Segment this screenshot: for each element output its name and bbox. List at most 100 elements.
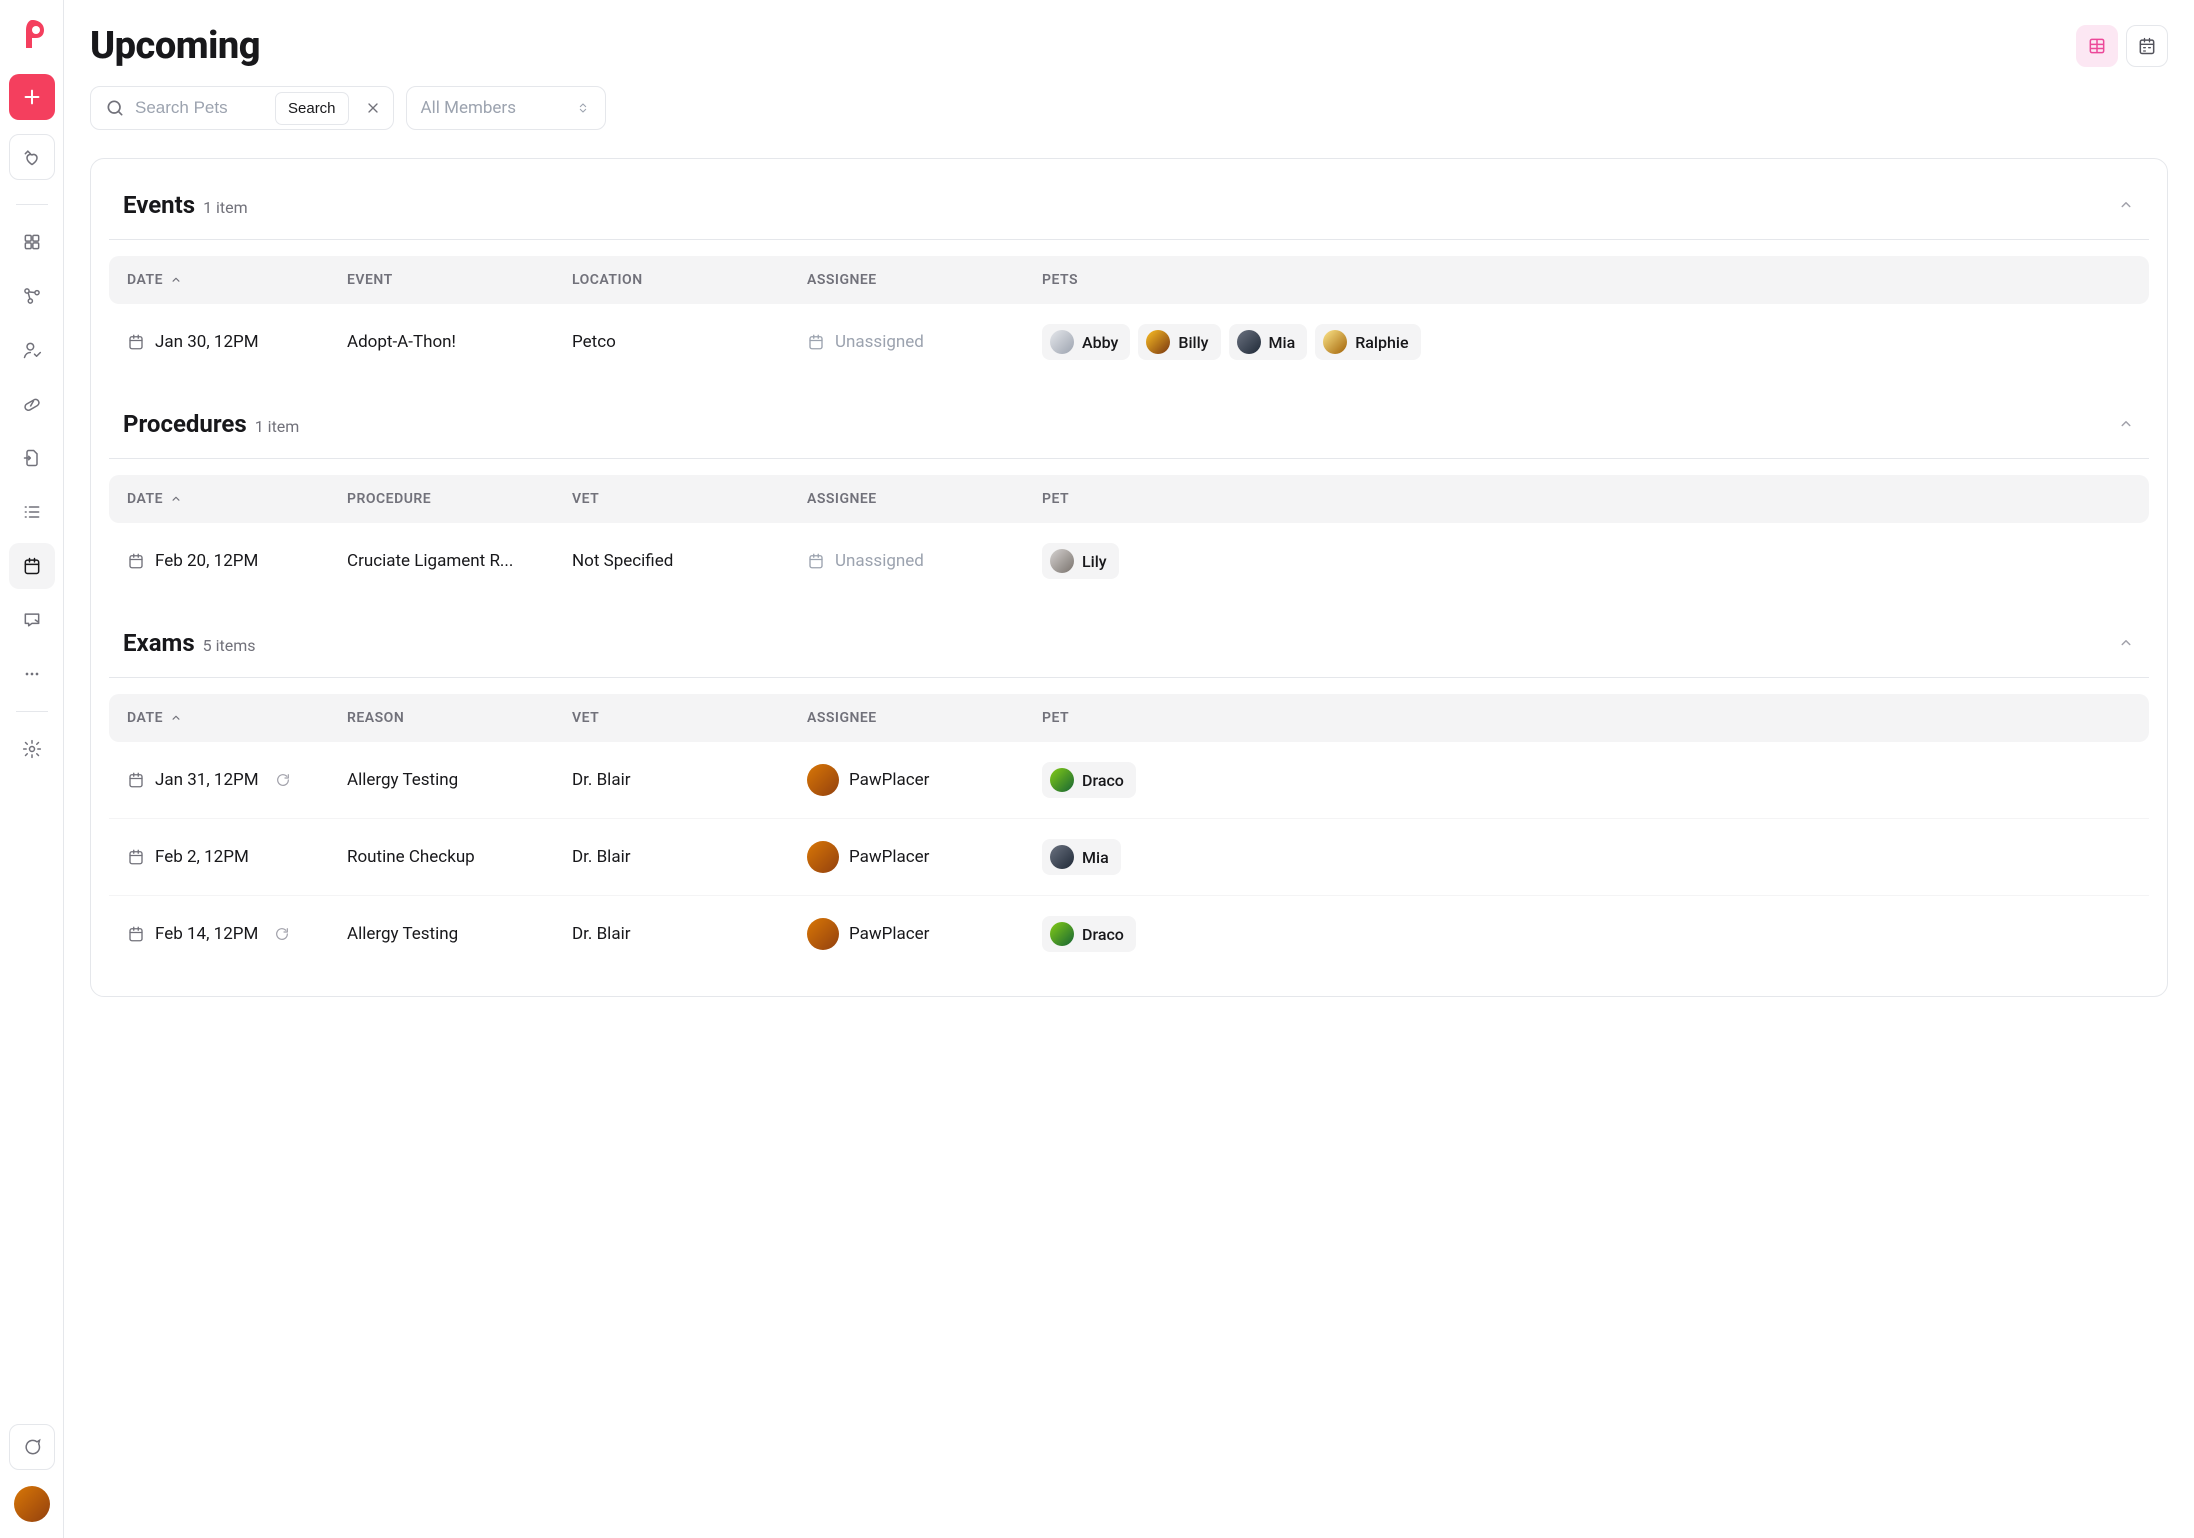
nav-meds[interactable] bbox=[9, 381, 55, 427]
calendar-icon bbox=[127, 771, 145, 789]
date-text: Feb 2, 12PM bbox=[155, 847, 249, 867]
section-exams-header[interactable]: Exams 5 items bbox=[109, 621, 2149, 657]
view-table-button[interactable] bbox=[2076, 25, 2118, 67]
pet-cell: Draco bbox=[1042, 916, 2131, 952]
calendar-icon bbox=[127, 333, 145, 351]
section-procedures-header[interactable]: Procedures 1 item bbox=[109, 402, 2149, 438]
section-events-header[interactable]: Events 1 item bbox=[109, 183, 2149, 219]
section-events-count: 1 item bbox=[203, 198, 248, 217]
search-clear-button[interactable] bbox=[359, 94, 387, 122]
date-text: Feb 20, 12PM bbox=[155, 551, 258, 571]
col-date[interactable]: DATE bbox=[127, 491, 347, 507]
col-pet[interactable]: PET bbox=[1042, 710, 2131, 726]
pet-chip[interactable]: Billy bbox=[1138, 324, 1220, 360]
nav-people[interactable] bbox=[9, 327, 55, 373]
nav-tasks[interactable] bbox=[9, 489, 55, 535]
date-text: Feb 14, 12PM bbox=[155, 924, 258, 944]
pet-avatar bbox=[1050, 922, 1074, 946]
vet-name: Dr. Blair bbox=[572, 847, 807, 867]
col-pet[interactable]: PET bbox=[1042, 491, 2131, 507]
col-vet[interactable]: VET bbox=[572, 491, 807, 507]
pet-chip[interactable]: Mia bbox=[1042, 839, 1121, 875]
calendar-icon bbox=[127, 925, 145, 943]
date-cell: Feb 2, 12PM bbox=[127, 847, 347, 867]
col-reason[interactable]: REASON bbox=[347, 710, 572, 726]
nav-settings[interactable] bbox=[9, 726, 55, 772]
nav-network[interactable] bbox=[9, 273, 55, 319]
table-row[interactable]: Feb 14, 12PM Allergy Testing Dr. Blair P… bbox=[109, 896, 2149, 972]
vet-name: Not Specified bbox=[572, 551, 807, 571]
exam-reason: Routine Checkup bbox=[347, 847, 572, 867]
pet-avatar bbox=[1323, 330, 1347, 354]
calendar-icon bbox=[127, 848, 145, 866]
section-procedures: Procedures 1 item DATE PROCEDURE VET bbox=[109, 402, 2149, 599]
table-row[interactable]: Jan 30, 12PM Adopt-A-Thon! Petco Unassig… bbox=[109, 304, 2149, 380]
table-row[interactable]: Feb 20, 12PM Cruciate Ligament R... Not … bbox=[109, 523, 2149, 599]
pet-avatar bbox=[1050, 768, 1074, 792]
nav-calendar[interactable] bbox=[9, 543, 55, 589]
pet-chip[interactable]: Lily bbox=[1042, 543, 1119, 579]
date-cell: Jan 31, 12PM bbox=[127, 770, 347, 790]
assignee-cell: PawPlacer bbox=[807, 918, 1042, 950]
col-vet[interactable]: VET bbox=[572, 710, 807, 726]
section-events: Events 1 item DATE EVENT LOCATION ASS bbox=[109, 183, 2149, 380]
nav-feedback[interactable] bbox=[9, 1424, 55, 1470]
col-assignee[interactable]: ASSIGNEE bbox=[807, 710, 1042, 726]
pet-avatar bbox=[1050, 845, 1074, 869]
add-button[interactable] bbox=[9, 74, 55, 120]
nav-intake[interactable] bbox=[9, 435, 55, 481]
user-avatar[interactable] bbox=[14, 1486, 50, 1522]
assignee-avatar bbox=[807, 764, 839, 796]
col-date[interactable]: DATE bbox=[127, 710, 347, 726]
pet-name: Ralphie bbox=[1355, 333, 1408, 352]
table-row[interactable]: Feb 2, 12PM Routine Checkup Dr. Blair Pa… bbox=[109, 819, 2149, 896]
col-assignee[interactable]: ASSIGNEE bbox=[807, 272, 1042, 288]
pet-chip[interactable]: Ralphie bbox=[1315, 324, 1420, 360]
assignee-name: PawPlacer bbox=[849, 847, 929, 867]
table-icon bbox=[2087, 36, 2107, 56]
col-procedure[interactable]: PROCEDURE bbox=[347, 491, 572, 507]
col-event[interactable]: EVENT bbox=[347, 272, 572, 288]
section-exams: Exams 5 items DATE REASON VET ASSIGNE bbox=[109, 621, 2149, 972]
table-row[interactable]: Jan 31, 12PM Allergy Testing Dr. Blair P… bbox=[109, 742, 2149, 819]
section-procedures-title: Procedures bbox=[123, 410, 247, 438]
pet-chip[interactable]: Abby bbox=[1042, 324, 1130, 360]
col-pets[interactable]: PETS bbox=[1042, 272, 2131, 288]
section-events-title: Events bbox=[123, 191, 195, 219]
col-date[interactable]: DATE bbox=[127, 272, 347, 288]
pet-chip[interactable]: Draco bbox=[1042, 916, 1136, 952]
divider bbox=[109, 677, 2149, 678]
assignee-cell: PawPlacer bbox=[807, 841, 1042, 873]
calendar-icon bbox=[2137, 36, 2157, 56]
assignee-avatar bbox=[807, 841, 839, 873]
chevron-up-icon bbox=[169, 273, 183, 287]
pet-avatar bbox=[1050, 330, 1074, 354]
pets-cell: Abby Billy Mia Ralphie bbox=[1042, 324, 2131, 360]
col-assignee[interactable]: ASSIGNEE bbox=[807, 491, 1042, 507]
events-table-header: DATE EVENT LOCATION ASSIGNEE PETS bbox=[109, 256, 2149, 304]
view-toggle bbox=[2076, 25, 2168, 67]
nav-dashboard[interactable] bbox=[9, 219, 55, 265]
search-box: Search bbox=[90, 86, 394, 130]
chevron-up-icon bbox=[169, 711, 183, 725]
nav-messages[interactable] bbox=[9, 597, 55, 643]
search-submit-button[interactable]: Search bbox=[275, 92, 349, 125]
pet-avatar bbox=[1237, 330, 1261, 354]
pet-chip[interactable]: Mia bbox=[1229, 324, 1308, 360]
divider bbox=[109, 458, 2149, 459]
pet-name: Mia bbox=[1269, 333, 1296, 352]
main-content: Upcoming Search All Members bbox=[64, 0, 2194, 1538]
chevron-up-icon bbox=[169, 492, 183, 506]
event-location: Petco bbox=[572, 332, 807, 352]
app-logo[interactable] bbox=[14, 16, 50, 52]
search-icon bbox=[105, 98, 125, 118]
pet-name: Lily bbox=[1082, 552, 1107, 571]
member-filter-select[interactable]: All Members bbox=[406, 86, 606, 130]
nav-favorites[interactable] bbox=[9, 134, 55, 180]
pet-chip[interactable]: Draco bbox=[1042, 762, 1136, 798]
col-location[interactable]: LOCATION bbox=[572, 272, 807, 288]
nav-more[interactable] bbox=[9, 651, 55, 697]
assignee-name: PawPlacer bbox=[849, 924, 929, 944]
view-calendar-button[interactable] bbox=[2126, 25, 2168, 67]
search-input[interactable] bbox=[135, 98, 265, 118]
